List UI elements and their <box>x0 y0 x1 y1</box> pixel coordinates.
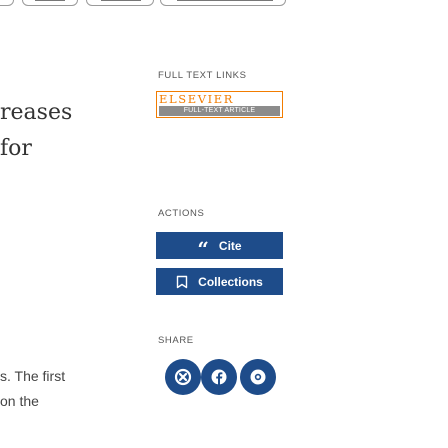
article-text-fragment: s. The first <box>0 368 66 384</box>
collections-button-label: Collections <box>198 274 263 289</box>
facebook-icon <box>210 368 228 386</box>
full-text-links-heading: FULL TEXT LINKS <box>158 70 247 81</box>
share-facebook-button[interactable] <box>201 359 237 395</box>
cite-button-label: Cite <box>218 238 242 253</box>
article-text-fragment: on the <box>0 393 39 409</box>
article-text-fragment: reases <box>0 100 73 125</box>
article-text-fragment: for <box>0 136 32 161</box>
actions-heading: ACTIONS <box>158 208 205 219</box>
quote-icon: “ <box>197 236 209 261</box>
share-email-button[interactable] <box>165 359 201 395</box>
bookmark-icon <box>176 275 188 289</box>
top-nav-pill[interactable] <box>22 0 78 6</box>
email-icon <box>174 368 192 386</box>
elsevier-wordmark: ELSEVIER <box>159 93 235 106</box>
top-nav-pill[interactable] <box>0 0 14 6</box>
cite-button[interactable]: “ Cite <box>156 232 283 259</box>
collections-button[interactable]: Collections <box>156 268 283 295</box>
top-nav-strip <box>0 0 448 8</box>
elsevier-subtitle: FULL-TEXT ARTICLE <box>159 106 280 116</box>
elsevier-full-text-link[interactable]: ELSEVIER FULL-TEXT ARTICLE <box>156 91 283 118</box>
share-heading: SHARE <box>158 335 194 346</box>
share-twitter-button[interactable] <box>240 359 276 395</box>
twitter-icon <box>249 368 267 386</box>
top-nav-pill[interactable] <box>86 0 154 6</box>
top-nav-pill[interactable] <box>160 0 286 6</box>
